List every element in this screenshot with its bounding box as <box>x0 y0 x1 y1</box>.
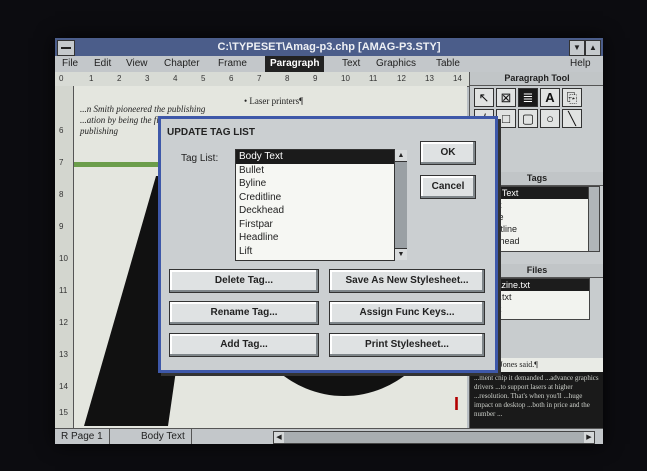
ruler-tick: 5 <box>201 74 206 83</box>
menu-edit[interactable]: Edit <box>89 56 116 72</box>
menu-help[interactable]: Help <box>565 56 596 72</box>
ruler-tick: 7 <box>257 74 262 83</box>
cancel-button[interactable]: Cancel <box>420 175 476 199</box>
ruler-tick: 1 <box>89 74 94 83</box>
ruler-tick: 11 <box>59 286 68 295</box>
drop-cap: I <box>454 394 460 414</box>
ok-button[interactable]: OK <box>420 141 476 165</box>
system-menu-icon[interactable] <box>57 40 75 56</box>
ruler-tick: 7 <box>59 158 64 167</box>
status-bar: R Page 1 Body Text ◀ ▶ <box>55 428 603 444</box>
list-item[interactable]: Creditline <box>236 191 394 205</box>
graphics-tool-icon[interactable]: ⎘ <box>562 88 582 107</box>
ruler-tick: 3 <box>145 74 150 83</box>
ruler-tick: 10 <box>341 74 350 83</box>
rounded-box-icon[interactable]: ▢ <box>518 109 538 128</box>
ruler-tick: 12 <box>397 74 406 83</box>
list-item[interactable]: Body Text <box>236 150 394 164</box>
menu-bar: File Edit View Chapter Frame Paragraph T… <box>55 56 603 72</box>
ruler-tick: 6 <box>229 74 234 83</box>
current-tag: Body Text <box>135 429 192 444</box>
menu-view[interactable]: View <box>121 56 153 72</box>
page-indicator: R Page 1 <box>55 429 110 444</box>
diagonal-line-icon[interactable]: ╲ <box>562 109 582 128</box>
article-text: ...ment chip it demanded ...advance grap… <box>470 372 603 428</box>
ruler-tick: 11 <box>369 74 378 83</box>
paragraph-tool-icon[interactable]: ≣ <box>518 88 538 107</box>
menu-paragraph[interactable]: Paragraph <box>265 56 325 72</box>
update-tag-list-dialog: UPDATE TAG LIST Tag List: Body Text Bull… <box>158 116 498 373</box>
print-stylesheet-button[interactable]: Print Stylesheet... <box>329 333 485 357</box>
ruler-tick: 12 <box>59 318 68 327</box>
scroll-up-icon[interactable]: ▲ <box>395 150 407 162</box>
menu-frame[interactable]: Frame <box>213 56 252 72</box>
tags-scrollbar[interactable] <box>588 186 600 252</box>
pointer-icon[interactable]: ↖ <box>474 88 494 107</box>
ruler-tick: 2 <box>117 74 122 83</box>
list-item[interactable]: Byline <box>236 177 394 191</box>
scroll-down-icon[interactable]: ▼ <box>395 248 407 260</box>
minimize-button[interactable]: ▼ <box>569 40 585 56</box>
tag-list-label: Tag List: <box>181 153 219 164</box>
list-item[interactable]: Firstpar <box>236 218 394 232</box>
ruler-tick: 8 <box>285 74 290 83</box>
title-bar: C:\TYPESET\Amag-p3.chp [AMAG-P3.STY] ▼ ▲ <box>55 38 603 56</box>
monitor-screen: C:\TYPESET\Amag-p3.chp [AMAG-P3.STY] ▼ ▲… <box>55 38 603 444</box>
horizontal-scrollbar[interactable]: ◀ ▶ <box>273 431 595 444</box>
menu-file[interactable]: File <box>57 56 83 72</box>
scroll-right-icon[interactable]: ▶ <box>584 432 594 443</box>
delete-tag-button[interactable]: Delete Tag... <box>169 269 319 293</box>
ruler-tick: 10 <box>59 254 68 263</box>
vertical-ruler: 6 7 8 9 10 11 12 13 14 15 <box>55 86 74 428</box>
window-title: C:\TYPESET\Amag-p3.chp [AMAG-P3.STY] <box>217 41 441 53</box>
menu-text[interactable]: Text <box>337 56 365 72</box>
tag-list-scrollbar[interactable]: ▲ ▼ <box>394 150 407 260</box>
text-tool-icon[interactable]: A <box>540 88 560 107</box>
menu-graphics[interactable]: Graphics <box>371 56 421 72</box>
scroll-left-icon[interactable]: ◀ <box>274 432 284 443</box>
ruler-tick: 14 <box>453 74 462 83</box>
ruler-tick: 13 <box>425 74 434 83</box>
menu-chapter[interactable]: Chapter <box>159 56 205 72</box>
ruler-tick: 9 <box>313 74 318 83</box>
frame-tool-icon[interactable]: ⊠ <box>496 88 516 107</box>
maximize-button[interactable]: ▲ <box>585 40 601 56</box>
horizontal-ruler: 0 1 2 3 4 5 6 7 8 9 10 11 12 13 14 <box>55 72 475 87</box>
save-as-new-stylesheet-button[interactable]: Save As New Stylesheet... <box>329 269 485 293</box>
tag-listbox[interactable]: Body Text Bullet Byline Creditline Deckh… <box>235 149 407 261</box>
assign-func-keys-button[interactable]: Assign Func Keys... <box>329 301 485 325</box>
list-item[interactable]: Lift <box>236 245 394 259</box>
ruler-tick: 15 <box>59 408 68 417</box>
menu-table[interactable]: Table <box>431 56 465 72</box>
ruler-tick: 14 <box>59 382 68 391</box>
add-tag-button[interactable]: Add Tag... <box>169 333 319 357</box>
ruler-tick: 4 <box>173 74 178 83</box>
dialog-title: UPDATE TAG LIST <box>167 127 255 138</box>
list-item[interactable]: Bullet <box>236 164 394 178</box>
ruler-tick: 0 <box>59 74 64 83</box>
ruler-tick: 8 <box>59 190 64 199</box>
list-item[interactable]: Headline <box>236 231 394 245</box>
bullet-text: • Laser printers¶ <box>244 96 304 106</box>
ruler-tick: 9 <box>59 222 64 231</box>
paragraph-tool-header: Paragraph Tool <box>470 72 603 86</box>
box-tool-icon[interactable]: □ <box>496 109 516 128</box>
list-item[interactable]: Deckhead <box>236 204 394 218</box>
circle-tool-icon[interactable]: ○ <box>540 109 560 128</box>
ruler-tick: 13 <box>59 350 68 359</box>
ruler-tick: 6 <box>59 126 64 135</box>
rename-tag-button[interactable]: Rename Tag... <box>169 301 319 325</box>
